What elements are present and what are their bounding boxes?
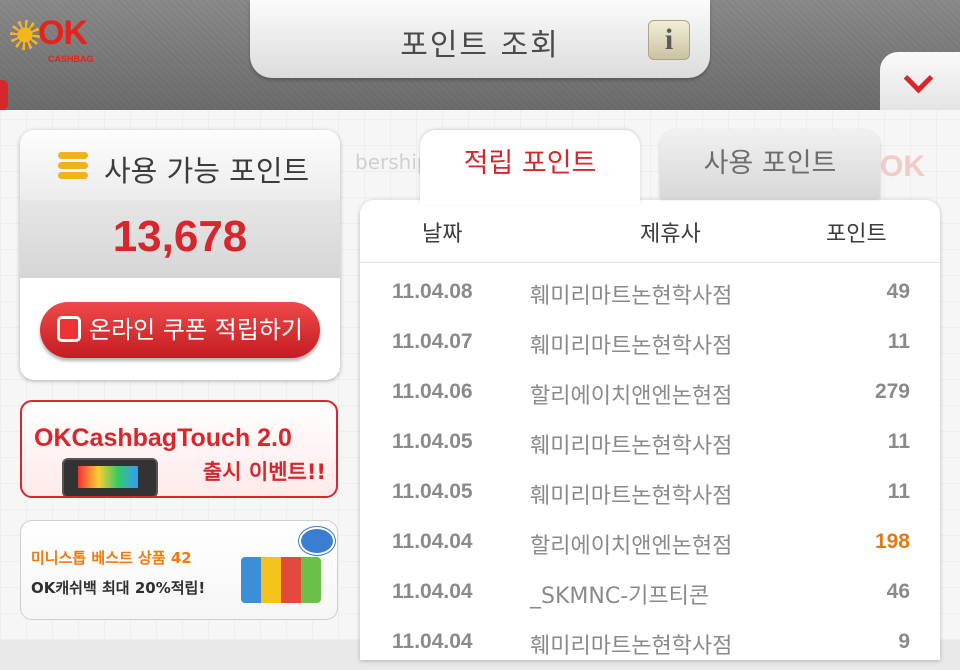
- row-partner: _SKMNC-기프티콘: [530, 584, 710, 609]
- row-date: 11.04.07: [392, 330, 473, 353]
- logo-subtext: CASHBAG: [48, 54, 94, 64]
- points-history-panel: 날짜 제휴사 포인트 11.04.08 훼미리마트논현학사점 49 11.04.…: [360, 200, 940, 660]
- available-points-value: 13,678: [112, 212, 248, 261]
- background-ghost-text: bership: [355, 150, 430, 174]
- dropdown-toggle[interactable]: [880, 52, 960, 110]
- row-date: 11.04.08: [392, 280, 473, 303]
- banner-title: OKCashbagTouch 2.0: [34, 424, 292, 452]
- banner-subtitle: 출시 이벤트!!: [202, 460, 326, 484]
- row-points: 11: [887, 330, 910, 353]
- row-points: 11: [887, 430, 910, 453]
- online-coupon-button-label: 온라인 쿠폰 적립하기: [89, 316, 303, 344]
- chevron-down-icon: [903, 63, 934, 94]
- products-icon: [241, 557, 321, 603]
- points-card-header: 사용 가능 포인트: [20, 130, 340, 200]
- ministop-badge-icon: [299, 527, 335, 555]
- background-ghost-logo: OK: [880, 150, 925, 183]
- row-date: 11.04.04: [392, 630, 473, 653]
- coupon-icon: [57, 316, 81, 342]
- banner-line2: OK캐쉬백 최대 20%적립!: [31, 579, 206, 597]
- tab-used-points[interactable]: 사용 포인트: [660, 130, 880, 198]
- row-partner: 훼미리마트논현학사점: [530, 484, 733, 509]
- sun-icon: [10, 20, 40, 50]
- title-tab: 포인트 조회 i: [250, 0, 710, 78]
- row-partner: 훼미리마트논현학사점: [530, 634, 733, 659]
- header-bar: OK CASHBAG 포인트 조회 i: [0, 0, 960, 110]
- logo-text: OK: [38, 14, 88, 52]
- row-date: 11.04.04: [392, 580, 473, 603]
- banner-line1: 미니스톱 베스트 상품 42: [31, 549, 192, 567]
- table-row[interactable]: 11.04.05 훼미리마트논현학사점 11: [360, 420, 940, 470]
- column-header-points: 포인트: [826, 222, 887, 247]
- table-row[interactable]: 11.04.05 훼미리마트논현학사점 11: [360, 470, 940, 520]
- row-points: 198: [874, 530, 910, 553]
- row-partner: 훼미리마트논현학사점: [530, 284, 733, 309]
- points-card: 사용 가능 포인트 13,678 온라인 쿠폰 적립하기: [20, 130, 340, 380]
- row-partner: 할리에이치앤엔논현점: [530, 384, 733, 409]
- table-row[interactable]: 11.04.07 훼미리마트논현학사점 11: [360, 320, 940, 370]
- row-partner: 훼미리마트논현학사점: [530, 434, 733, 459]
- ministop-banner[interactable]: 미니스톱 베스트 상품 42 OK캐쉬백 최대 20%적립!: [20, 520, 338, 620]
- row-points: 279: [874, 380, 910, 403]
- row-date: 11.04.05: [392, 480, 473, 503]
- row-date: 11.04.06: [392, 380, 473, 403]
- column-header-partner: 제휴사: [640, 222, 701, 247]
- row-points: 49: [886, 280, 910, 303]
- info-button[interactable]: i: [648, 20, 690, 60]
- table-row[interactable]: 11.04.04 할리에이치앤엔논현점 198: [360, 520, 940, 570]
- row-date: 11.04.04: [392, 530, 473, 553]
- table-row[interactable]: 11.04.04 훼미리마트논현학사점 9: [360, 620, 940, 670]
- table-header: 날짜 제휴사 포인트: [360, 200, 940, 263]
- okcashbag-logo[interactable]: OK CASHBAG: [10, 14, 100, 70]
- row-points: 46: [886, 580, 910, 603]
- row-date: 11.04.05: [392, 430, 473, 453]
- coins-icon: [58, 152, 88, 180]
- row-partner: 훼미리마트논현학사점: [530, 334, 733, 359]
- page-title: 포인트 조회: [400, 28, 560, 63]
- table-row[interactable]: 11.04.08 훼미리마트논현학사점 49: [360, 270, 940, 320]
- okcashbag-touch-banner[interactable]: OKCashbagTouch 2.0 출시 이벤트!!: [20, 400, 338, 498]
- row-partner: 할리에이치앤엔논현점: [530, 534, 733, 559]
- row-points: 11: [887, 480, 910, 503]
- available-points-label: 사용 가능 포인트: [104, 154, 310, 188]
- side-menu-handle[interactable]: [0, 80, 8, 110]
- phone-icon: [62, 458, 158, 496]
- online-coupon-button[interactable]: 온라인 쿠폰 적립하기: [40, 302, 320, 358]
- table-row[interactable]: 11.04.06 할리에이치앤엔논현점 279: [360, 370, 940, 420]
- table-row[interactable]: 11.04.04 _SKMNC-기프티콘 46: [360, 570, 940, 620]
- column-header-date: 날짜: [422, 222, 463, 247]
- tab-earned-points[interactable]: 적립 포인트: [420, 130, 640, 205]
- row-points: 9: [898, 630, 910, 653]
